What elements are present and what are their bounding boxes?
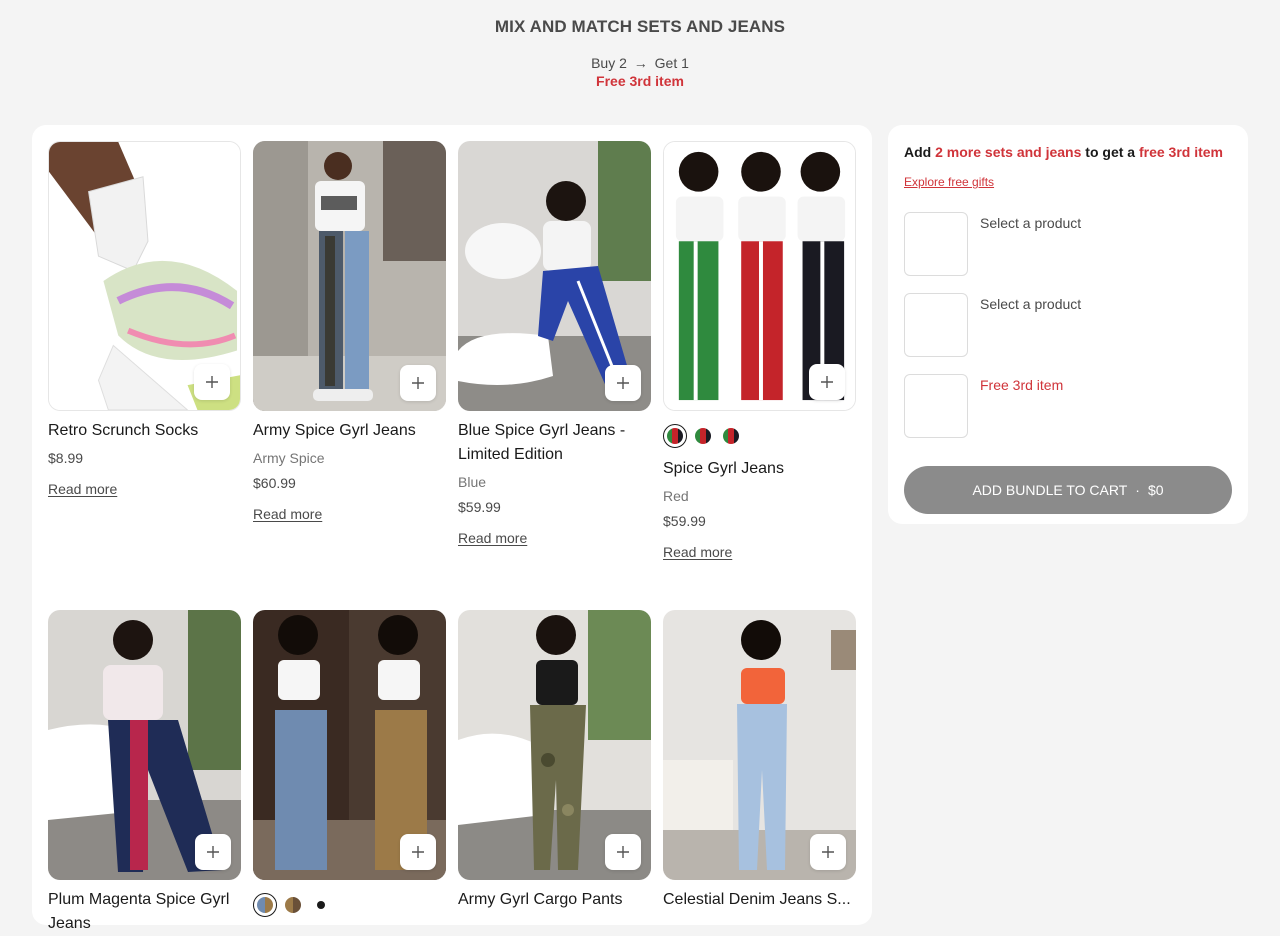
product-price: $59.99 bbox=[458, 499, 501, 515]
page-title: MIX AND MATCH SETS AND JEANS bbox=[494, 17, 786, 36]
product-name[interactable]: Blue Spice Gyrl Jeans - Limited Edition bbox=[458, 419, 651, 467]
offer-buy: Buy 2 bbox=[591, 55, 627, 71]
products-grid: Retro Scrunch Socks $8.99 Read more Army… bbox=[32, 125, 872, 932]
add-to-bundle-button[interactable] bbox=[194, 364, 230, 400]
product-name[interactable]: Army Gyrl Cargo Pants bbox=[458, 888, 651, 912]
plus-icon bbox=[617, 377, 629, 389]
color-swatches bbox=[663, 424, 856, 448]
bundle-head-mid: to get a bbox=[1085, 144, 1136, 160]
add-to-bundle-button[interactable] bbox=[605, 834, 641, 870]
product-image[interactable] bbox=[458, 141, 651, 411]
add-to-bundle-button[interactable] bbox=[605, 365, 641, 401]
slot-thumbnail bbox=[904, 374, 968, 438]
product-image[interactable] bbox=[458, 610, 651, 880]
bundle-slots: Select a product Select a product Free 3… bbox=[904, 212, 1232, 438]
read-more-link[interactable]: Read more bbox=[458, 530, 527, 546]
product-image[interactable] bbox=[48, 610, 241, 880]
plus-icon bbox=[412, 846, 424, 858]
add-to-bundle-button[interactable] bbox=[195, 834, 231, 870]
add-bundle-to-cart-button[interactable]: ADD BUNDLE TO CART · $0 bbox=[904, 466, 1232, 514]
product-variant: Blue bbox=[458, 474, 487, 490]
product-card[interactable]: Army Spice Gyrl Jeans Army Spice $60.99 … bbox=[253, 141, 446, 524]
bundle-head-add: Add bbox=[904, 144, 932, 160]
swatch-option[interactable] bbox=[663, 424, 687, 448]
bundle-summary: Add 2 more sets and jeans to get a free … bbox=[888, 125, 1248, 524]
plus-icon bbox=[207, 846, 219, 858]
read-more-link[interactable]: Read more bbox=[48, 481, 117, 497]
offer-line: Buy 2 → Get 1 bbox=[0, 55, 1280, 71]
product-price: $60.99 bbox=[253, 475, 296, 491]
plus-icon bbox=[412, 377, 424, 389]
explore-free-gifts-link[interactable]: Explore free gifts bbox=[904, 175, 994, 189]
product-image[interactable] bbox=[663, 141, 856, 411]
color-swatches bbox=[253, 893, 446, 917]
slot-thumbnail bbox=[904, 293, 968, 357]
product-name[interactable]: Army Spice Gyrl Jeans bbox=[253, 419, 446, 443]
product-card[interactable]: Celestial Denim Jeans S... bbox=[663, 610, 856, 912]
swatch-option[interactable] bbox=[691, 424, 715, 448]
read-more-link[interactable]: Read more bbox=[663, 544, 732, 560]
product-image[interactable] bbox=[253, 610, 446, 880]
bundle-head-count: 2 more sets and jeans bbox=[935, 144, 1082, 160]
arrow-right-icon: → bbox=[633, 55, 648, 71]
product-card[interactable]: Spice Gyrl Jeans Red $59.99 Read more bbox=[663, 141, 856, 562]
product-variant: Army Spice bbox=[253, 450, 325, 466]
cart-button-separator: · bbox=[1135, 482, 1140, 498]
product-image[interactable] bbox=[253, 141, 446, 411]
product-card[interactable] bbox=[253, 610, 446, 917]
product-name[interactable]: Retro Scrunch Socks bbox=[48, 419, 241, 443]
cart-button-label: ADD BUNDLE TO CART bbox=[972, 482, 1128, 498]
add-to-bundle-button[interactable] bbox=[809, 364, 845, 400]
bundle-head-free: free 3rd item bbox=[1138, 144, 1224, 160]
add-to-bundle-button[interactable] bbox=[400, 365, 436, 401]
product-name[interactable]: Spice Gyrl Jeans bbox=[663, 457, 856, 481]
bundle-header: MIX AND MATCH SETS AND JEANS Buy 2 → Get… bbox=[0, 0, 1280, 125]
swatch-option[interactable] bbox=[253, 893, 277, 917]
product-card[interactable]: Blue Spice Gyrl Jeans - Limited Edition … bbox=[458, 141, 651, 548]
plus-icon bbox=[617, 846, 629, 858]
plus-icon bbox=[206, 376, 218, 388]
swatch-option[interactable] bbox=[719, 424, 743, 448]
bundle-slot-free[interactable]: Free 3rd item bbox=[904, 374, 1232, 438]
swatch-option[interactable] bbox=[309, 893, 333, 917]
plus-icon bbox=[822, 846, 834, 858]
add-to-bundle-button[interactable] bbox=[810, 834, 846, 870]
product-image[interactable] bbox=[663, 610, 856, 880]
product-price: $8.99 bbox=[48, 450, 84, 466]
slot-label: Free 3rd item bbox=[980, 377, 1064, 393]
offer-get: Get 1 bbox=[654, 55, 689, 71]
free-item-text: Free 3rd item bbox=[596, 73, 684, 89]
bundle-slot[interactable]: Select a product bbox=[904, 293, 1232, 357]
product-price: $59.99 bbox=[663, 513, 706, 529]
product-image[interactable] bbox=[48, 141, 241, 411]
bundle-progress-text: Add 2 more sets and jeans to get a free … bbox=[904, 143, 1232, 161]
product-name[interactable]: Celestial Denim Jeans S... bbox=[663, 888, 856, 912]
swatch-option[interactable] bbox=[281, 893, 305, 917]
slot-label: Select a product bbox=[980, 296, 1082, 312]
product-card[interactable]: Army Gyrl Cargo Pants bbox=[458, 610, 651, 912]
slot-thumbnail bbox=[904, 212, 968, 276]
product-card[interactable]: Retro Scrunch Socks $8.99 Read more bbox=[48, 141, 241, 499]
product-card[interactable]: Plum Magenta Spice Gyrl Jeans bbox=[48, 610, 241, 936]
read-more-link[interactable]: Read more bbox=[253, 506, 322, 522]
product-variant: Red bbox=[663, 488, 689, 504]
cart-button-price: $0 bbox=[1147, 482, 1164, 498]
bundle-slot[interactable]: Select a product bbox=[904, 212, 1232, 276]
slot-label: Select a product bbox=[980, 215, 1082, 231]
plus-icon bbox=[821, 376, 833, 388]
add-to-bundle-button[interactable] bbox=[400, 834, 436, 870]
product-name[interactable]: Plum Magenta Spice Gyrl Jeans bbox=[48, 888, 241, 936]
